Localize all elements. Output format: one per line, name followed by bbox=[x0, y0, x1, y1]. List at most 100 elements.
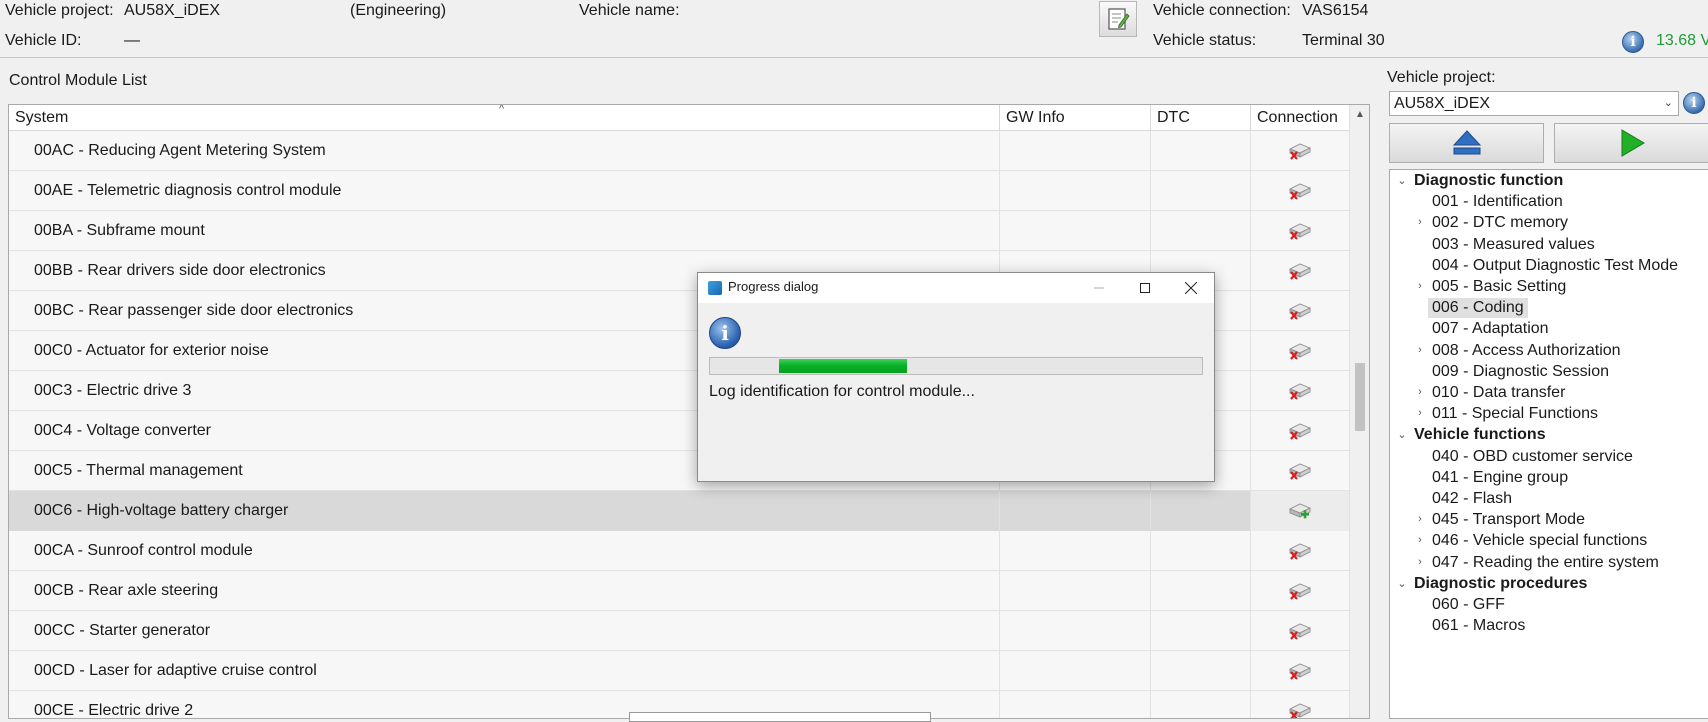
tree-group[interactable]: Diagnostic function bbox=[1414, 171, 1563, 191]
project-info-icon[interactable]: i bbox=[1683, 92, 1705, 114]
tree-item[interactable]: 001 - Identification bbox=[1432, 192, 1563, 212]
connection-cell[interactable] bbox=[1251, 691, 1349, 718]
dialog-title-bar: Progress dialog bbox=[698, 273, 1214, 303]
connection-cell[interactable] bbox=[1251, 651, 1349, 691]
tree-item[interactable]: 010 - Data transfer bbox=[1432, 383, 1565, 403]
tree-item[interactable]: 046 - Vehicle special functions bbox=[1432, 531, 1647, 551]
table-row[interactable]: 00C6 - High-voltage battery charger bbox=[9, 491, 1349, 531]
chevron-right-icon[interactable]: › bbox=[1414, 513, 1426, 525]
tree-item[interactable]: 041 - Engine group bbox=[1432, 468, 1568, 488]
vertical-scrollbar[interactable]: ▲ bbox=[1349, 105, 1369, 718]
dtc-cell bbox=[1151, 691, 1251, 718]
dtc-cell bbox=[1151, 211, 1251, 251]
tree-item[interactable]: 042 - Flash bbox=[1432, 489, 1512, 509]
tree-item[interactable]: 011 - Special Functions bbox=[1432, 404, 1598, 424]
connection-cell[interactable] bbox=[1251, 491, 1349, 531]
column-header-dtc[interactable]: DTC bbox=[1151, 105, 1251, 131]
start-button[interactable] bbox=[1554, 123, 1708, 163]
system-cell: 00CA - Sunroof control module bbox=[9, 531, 1000, 571]
chevron-right-icon[interactable]: › bbox=[1414, 386, 1426, 398]
connection-cell[interactable] bbox=[1251, 211, 1349, 251]
right-vehicle-project-label: Vehicle project: bbox=[1387, 69, 1496, 86]
tree-item[interactable]: 003 - Measured values bbox=[1432, 235, 1595, 255]
vehicle-connection-value: VAS6154 bbox=[1302, 2, 1369, 19]
gw-info-cell bbox=[1000, 691, 1151, 718]
connection-cell[interactable] bbox=[1251, 251, 1349, 291]
information-icon: i bbox=[709, 317, 741, 349]
function-tree: Diagnostic function ⌄ 001 - Identification… bbox=[1389, 169, 1708, 719]
column-header-gw-info[interactable]: GW Info bbox=[1000, 105, 1151, 131]
tree-item[interactable]: 047 - Reading the entire system bbox=[1432, 553, 1659, 573]
tree-item[interactable]: 009 - Diagnostic Session bbox=[1432, 362, 1609, 382]
info-icon[interactable]: i bbox=[1622, 31, 1644, 53]
table-row[interactable]: 00CA - Sunroof control module bbox=[9, 531, 1349, 571]
chevron-right-icon[interactable]: › bbox=[1414, 344, 1426, 356]
connection-cell[interactable] bbox=[1251, 611, 1349, 651]
connection-cell[interactable] bbox=[1251, 571, 1349, 611]
chevron-down-icon[interactable]: ⌄ bbox=[1396, 174, 1408, 187]
eject-button[interactable] bbox=[1389, 123, 1544, 163]
play-icon bbox=[1621, 129, 1645, 157]
maximize-button[interactable] bbox=[1122, 273, 1168, 303]
control-module-list-title: Control Module List bbox=[9, 72, 147, 89]
table-row[interactable]: 00BA - Subframe mount bbox=[9, 211, 1349, 251]
tree-item[interactable]: 061 - Macros bbox=[1432, 616, 1525, 636]
chevron-right-icon[interactable]: › bbox=[1414, 556, 1426, 568]
system-cell: 00CD - Laser for adaptive cruise control bbox=[9, 651, 1000, 691]
tree-item[interactable]: 004 - Output Diagnostic Test Mode bbox=[1432, 256, 1678, 276]
chevron-right-icon[interactable]: › bbox=[1414, 280, 1426, 292]
table-row[interactable]: 00AC - Reducing Agent Metering System bbox=[9, 131, 1349, 171]
gw-info-cell bbox=[1000, 211, 1151, 251]
tree-item[interactable]: 040 - OBD customer service bbox=[1432, 447, 1633, 467]
connection-cell[interactable] bbox=[1251, 451, 1349, 491]
connection-cell[interactable] bbox=[1251, 131, 1349, 171]
column-header-system[interactable]: System ^ bbox=[9, 105, 1000, 131]
chevron-right-icon[interactable]: › bbox=[1414, 216, 1426, 228]
tree-group[interactable]: Vehicle functions bbox=[1414, 425, 1546, 445]
column-header-connection[interactable]: Connection bbox=[1251, 105, 1349, 131]
chevron-right-icon[interactable]: › bbox=[1414, 534, 1426, 546]
gw-info-cell bbox=[1000, 131, 1151, 171]
tree-item[interactable]: 002 - DTC memory bbox=[1432, 213, 1568, 233]
connection-cell[interactable] bbox=[1251, 291, 1349, 331]
progress-bar bbox=[709, 357, 1203, 375]
edit-vehicle-button[interactable] bbox=[1099, 1, 1137, 37]
connection-cell[interactable] bbox=[1251, 331, 1349, 371]
connection-disconnected-icon bbox=[1289, 263, 1311, 280]
tree-item[interactable]: 006 - Coding bbox=[1428, 298, 1528, 319]
tree-item[interactable]: 045 - Transport Mode bbox=[1432, 510, 1585, 530]
tree-item[interactable]: 005 - Basic Setting bbox=[1432, 277, 1566, 297]
edit-notes-icon bbox=[1108, 8, 1130, 30]
table-row[interactable]: 00CD - Laser for adaptive cruise control bbox=[9, 651, 1349, 691]
close-button[interactable] bbox=[1168, 273, 1214, 303]
chevron-down-icon: ⌄ bbox=[1663, 97, 1673, 109]
vehicle-name-label: Vehicle name: bbox=[579, 2, 680, 19]
table-row[interactable]: 00CC - Starter generator bbox=[9, 611, 1349, 651]
tree-item[interactable]: 060 - GFF bbox=[1432, 595, 1505, 615]
gw-info-cell bbox=[1000, 531, 1151, 571]
table-row[interactable]: 00AE - Telemetric diagnosis control modu… bbox=[9, 171, 1349, 211]
dtc-cell bbox=[1151, 571, 1251, 611]
scroll-thumb[interactable] bbox=[1355, 363, 1365, 431]
connection-disconnected-icon bbox=[1289, 383, 1311, 400]
minimize-button[interactable] bbox=[1076, 273, 1122, 303]
connection-cell[interactable] bbox=[1251, 531, 1349, 571]
table-row[interactable]: 00CB - Rear axle steering bbox=[9, 571, 1349, 611]
scroll-up-icon[interactable]: ▲ bbox=[1350, 105, 1369, 125]
chevron-down-icon[interactable]: ⌄ bbox=[1396, 577, 1408, 590]
system-cell: 00CB - Rear axle steering bbox=[9, 571, 1000, 611]
table-header: System ^ GW Info DTC Connection bbox=[9, 105, 1349, 131]
connection-cell[interactable] bbox=[1251, 171, 1349, 211]
connection-cell[interactable] bbox=[1251, 411, 1349, 451]
connection-disconnected-icon bbox=[1289, 343, 1311, 360]
progress-fill bbox=[778, 359, 907, 373]
chevron-right-icon[interactable]: › bbox=[1414, 407, 1426, 419]
eject-icon bbox=[1452, 130, 1481, 155]
chevron-down-icon[interactable]: ⌄ bbox=[1396, 428, 1408, 441]
vehicle-project-select[interactable]: AU58X_iDEX ⌄ bbox=[1389, 91, 1679, 116]
tree-item[interactable]: 007 - Adaptation bbox=[1432, 319, 1549, 339]
tree-group[interactable]: Diagnostic procedures bbox=[1414, 574, 1587, 594]
connection-disconnected-icon bbox=[1289, 463, 1311, 480]
connection-cell[interactable] bbox=[1251, 371, 1349, 411]
tree-item[interactable]: 008 - Access Authorization bbox=[1432, 341, 1621, 361]
